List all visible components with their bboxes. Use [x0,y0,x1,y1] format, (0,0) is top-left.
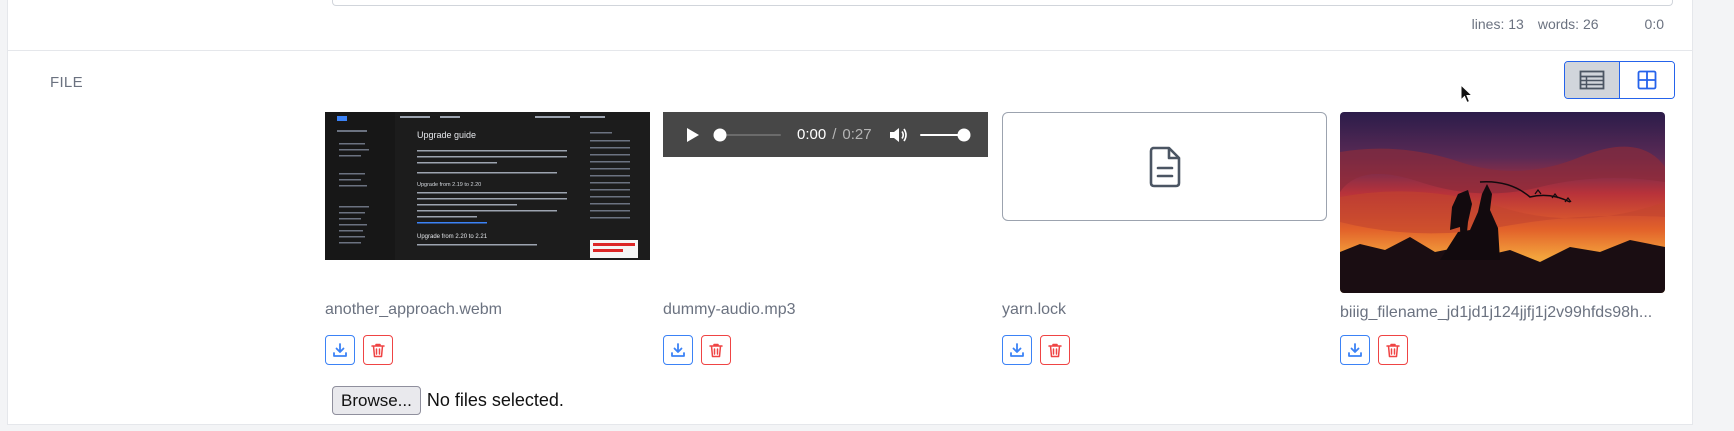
current-time: 0:00 [797,126,827,143]
cursor-position: 0:0 [1644,16,1664,32]
trash-icon [1048,343,1062,358]
sunset-image [1340,112,1665,293]
browse-button[interactable]: Browse... [332,386,421,415]
image-thumbnail[interactable] [1340,112,1665,293]
download-icon [1010,343,1024,357]
volume-slider[interactable] [918,127,972,143]
file-name: biiig_filename_jd1jd1j124jjfj1j2v99hfds9… [1340,304,1653,321]
download-button[interactable] [1340,335,1370,365]
list-view-button[interactable] [1565,62,1620,98]
trash-icon [1386,343,1400,358]
volume-icon[interactable] [888,126,908,144]
grid-icon [1637,70,1657,90]
file-name: another_approach.webm [325,301,503,318]
download-button[interactable] [663,335,693,365]
document-icon [1149,146,1180,187]
trash-icon [371,343,385,358]
delete-button[interactable] [363,335,393,365]
download-icon [1348,343,1362,357]
view-toggle [1564,61,1675,99]
section-divider-bottom [8,424,1692,425]
mouse-pointer-icon [1460,84,1474,104]
line-count: lines: 13 [1471,16,1524,32]
download-button[interactable] [325,335,355,365]
table-list-icon [1579,70,1605,90]
section-divider [8,50,1692,51]
editor-stats: lines: 13 words: 26 0:0 [1472,16,1664,32]
video-frame: Upgrade guide Upgrade from 2.19 to 2.20 … [325,112,650,260]
file-upload-row: Browse... No files selected. [332,386,564,415]
upload-status: No files selected. [426,390,564,410]
video-thumbnail[interactable]: Upgrade guide Upgrade from 2.19 to 2.20 … [325,112,650,260]
download-button[interactable] [1002,335,1032,365]
document-preview[interactable] [1002,112,1327,221]
trash-icon [709,343,723,358]
preview-section-1: Upgrade from 2.19 to 2.20 [417,182,481,188]
text-editor-bottom-edge[interactable] [332,0,1673,6]
preview-section-2: Upgrade from 2.20 to 2.21 [417,234,488,240]
time-separator: / [832,126,837,143]
play-icon[interactable] [683,126,701,144]
word-count: words: 26 [1537,16,1599,32]
content-panel: lines: 13 words: 26 0:0 FILE Upgrade gui… [7,0,1693,425]
file-name: yarn.lock [1002,301,1067,318]
duration: 0:27 [842,126,872,143]
field-label-file: FILE [50,74,83,91]
delete-button[interactable] [1040,335,1070,365]
delete-button[interactable] [701,335,731,365]
grid-view-button[interactable] [1620,62,1674,98]
delete-button[interactable] [1378,335,1408,365]
file-name: dummy-audio.mp3 [663,301,796,318]
preview-title: Upgrade guide [417,130,476,140]
seek-slider[interactable] [713,127,783,143]
audio-player: 0:00 / 0:27 [663,112,988,157]
download-icon [671,343,685,357]
download-icon [333,343,347,357]
